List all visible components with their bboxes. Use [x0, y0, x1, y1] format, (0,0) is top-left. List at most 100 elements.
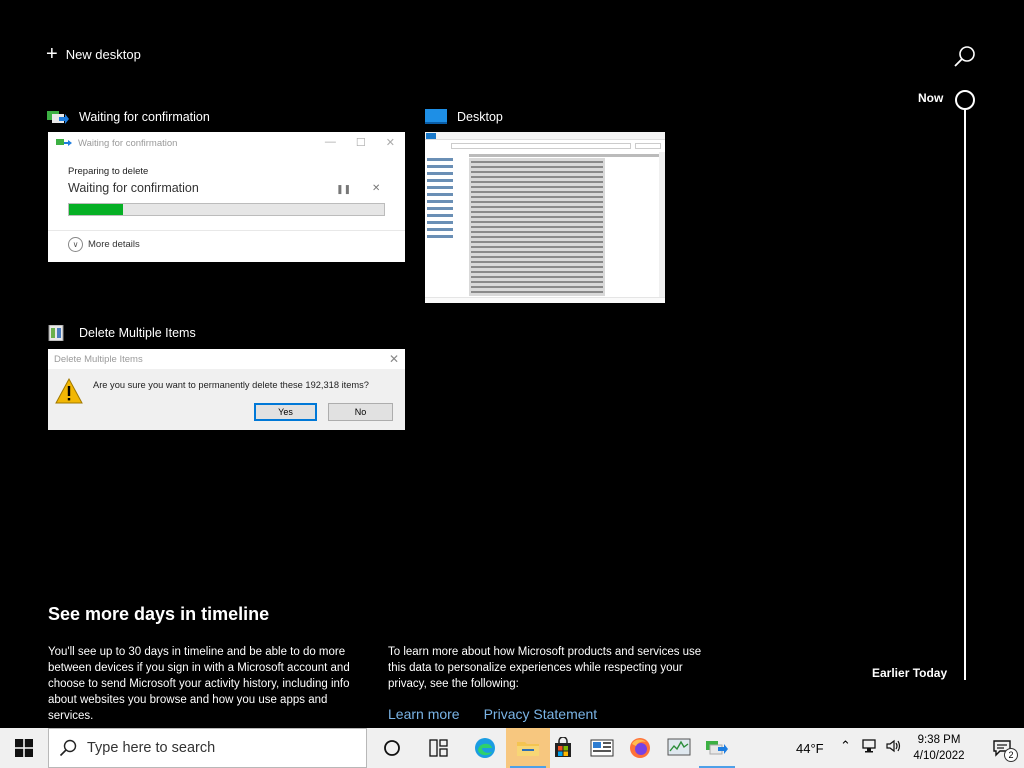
window-title-label: Waiting for confirmation: [79, 110, 210, 124]
close-icon: ✕: [388, 352, 399, 366]
progress-bar: [68, 203, 385, 216]
file-row: [471, 271, 603, 273]
window-thumbnail-delete[interactable]: Delete Multiple Items ✕ Are you sure you…: [48, 349, 405, 430]
start-button[interactable]: [0, 728, 48, 768]
file-row: [471, 256, 603, 258]
file-row: [471, 176, 603, 178]
file-row: [471, 291, 603, 293]
window-title-waiting[interactable]: Waiting for confirmation: [47, 109, 210, 125]
info-links: Learn more Privacy Statement: [388, 706, 597, 722]
window-title-label: Desktop: [457, 110, 503, 124]
timeline-track[interactable]: [964, 110, 966, 680]
plus-icon: +: [46, 43, 58, 65]
file-row: [471, 236, 603, 238]
window-controls: — ☐ ✕: [325, 136, 395, 149]
learn-more-link[interactable]: Learn more: [388, 706, 460, 722]
edge-icon: [475, 738, 495, 758]
file-row: [471, 286, 603, 288]
yes-button: Yes: [254, 403, 317, 421]
progress-bar-fill: [69, 204, 123, 215]
network-icon[interactable]: [862, 738, 880, 757]
window-thumbnail-waiting[interactable]: Waiting for confirmation — ☐ ✕ Preparing…: [48, 132, 405, 262]
file-move-icon: [56, 139, 72, 146]
action-center-button[interactable]: 2: [980, 728, 1024, 768]
timeline-info-text: You'll see up to 30 days in timeline and…: [48, 646, 350, 722]
clock-date: 4/10/2022: [913, 750, 965, 762]
file-row: [471, 241, 603, 243]
divider: [48, 230, 405, 231]
cortana-icon: [384, 740, 400, 756]
timeline-handle[interactable]: [955, 90, 975, 110]
timeline-heading: See more days in timeline: [48, 604, 270, 624]
file-row: [471, 171, 603, 173]
scrollbar: [659, 152, 665, 297]
file-row: [471, 251, 603, 253]
operation-status: Waiting for confirmation: [68, 181, 199, 195]
file-row: [471, 221, 603, 223]
timeline-earlier-label: Earlier Today: [872, 666, 948, 680]
privacy-statement-link[interactable]: Privacy Statement: [484, 706, 598, 722]
search-icon: [59, 739, 77, 757]
file-row: [471, 201, 603, 203]
navigation-pane: [427, 154, 463, 242]
window-title-desktop[interactable]: Desktop: [425, 109, 503, 125]
window-thumbnail-desktop[interactable]: [425, 132, 665, 303]
file-row: [471, 246, 603, 248]
pause-icon: ❚❚: [336, 184, 352, 194]
file-row: [471, 166, 603, 168]
file-row: [471, 216, 603, 218]
file-row: [471, 206, 603, 208]
dialog-message: Are you sure you want to permanently del…: [93, 380, 369, 390]
new-desktop-button[interactable]: + New desktop: [46, 44, 141, 64]
file-row: [471, 161, 603, 163]
edge-taskbar-button[interactable]: [463, 728, 507, 768]
column-headers: [469, 154, 659, 157]
operation-label: Preparing to delete: [68, 166, 149, 177]
file-row: [471, 211, 603, 213]
folder-icon: [517, 742, 539, 756]
file-row: [471, 186, 603, 188]
more-details-label: More details: [88, 239, 140, 250]
file-list: [469, 158, 605, 296]
warning-icon: [54, 377, 84, 405]
firefox-taskbar-button[interactable]: [618, 728, 662, 768]
maximize-icon: ☐: [355, 137, 366, 149]
system-clock[interactable]: 9:38 PM 4/10/2022: [900, 732, 978, 764]
address-bar: [451, 143, 631, 149]
cancel-icon: ✕: [372, 183, 381, 194]
file-row: [471, 231, 603, 233]
file-row: [471, 266, 603, 268]
privacy-info-text: To learn more about how Microsoft produc…: [388, 646, 702, 690]
thumbnail-header-title: Waiting for confirmation: [78, 137, 178, 149]
news-icon: [590, 739, 614, 757]
window-title-label: Delete Multiple Items: [79, 326, 196, 340]
timeline-search-icon[interactable]: [952, 44, 978, 70]
close-icon: ✕: [385, 137, 395, 149]
file-row: [471, 196, 603, 198]
taskbar-search-box[interactable]: Type here to search: [48, 728, 367, 768]
window-title-delete[interactable]: Delete Multiple Items: [47, 324, 196, 342]
task-view-icon: [429, 739, 448, 757]
file-operation-taskbar-button[interactable]: [695, 728, 739, 768]
weather-temperature[interactable]: 44°F: [796, 741, 824, 756]
file-move-icon: [706, 741, 728, 755]
store-icon: [555, 737, 571, 757]
thumbnail-header-title: Delete Multiple Items: [54, 354, 143, 365]
more-details-toggle: ∨ More details: [68, 237, 140, 252]
store-taskbar-button[interactable]: [541, 728, 585, 768]
firefox-icon: [630, 738, 650, 758]
minimize-icon: —: [324, 136, 336, 148]
file-row: [471, 276, 603, 278]
thumbnail-header: Delete Multiple Items ✕: [48, 349, 405, 369]
cortana-button[interactable]: [370, 728, 414, 768]
search-placeholder: Type here to search: [87, 740, 216, 756]
explorer-ribbon: [425, 132, 665, 140]
show-hidden-icons-chevron-up-icon[interactable]: ⌃: [840, 738, 851, 754]
file-row: [471, 191, 603, 193]
task-view-button[interactable]: [417, 728, 461, 768]
clock-time: 9:38 PM: [917, 734, 961, 746]
new-desktop-label: New desktop: [65, 46, 141, 62]
explorer-search: [635, 143, 661, 149]
desktop-icon: [425, 109, 447, 125]
taskbar: Type here to search 44°F ⌃ 9:38 PM 4/10/…: [0, 728, 1024, 768]
